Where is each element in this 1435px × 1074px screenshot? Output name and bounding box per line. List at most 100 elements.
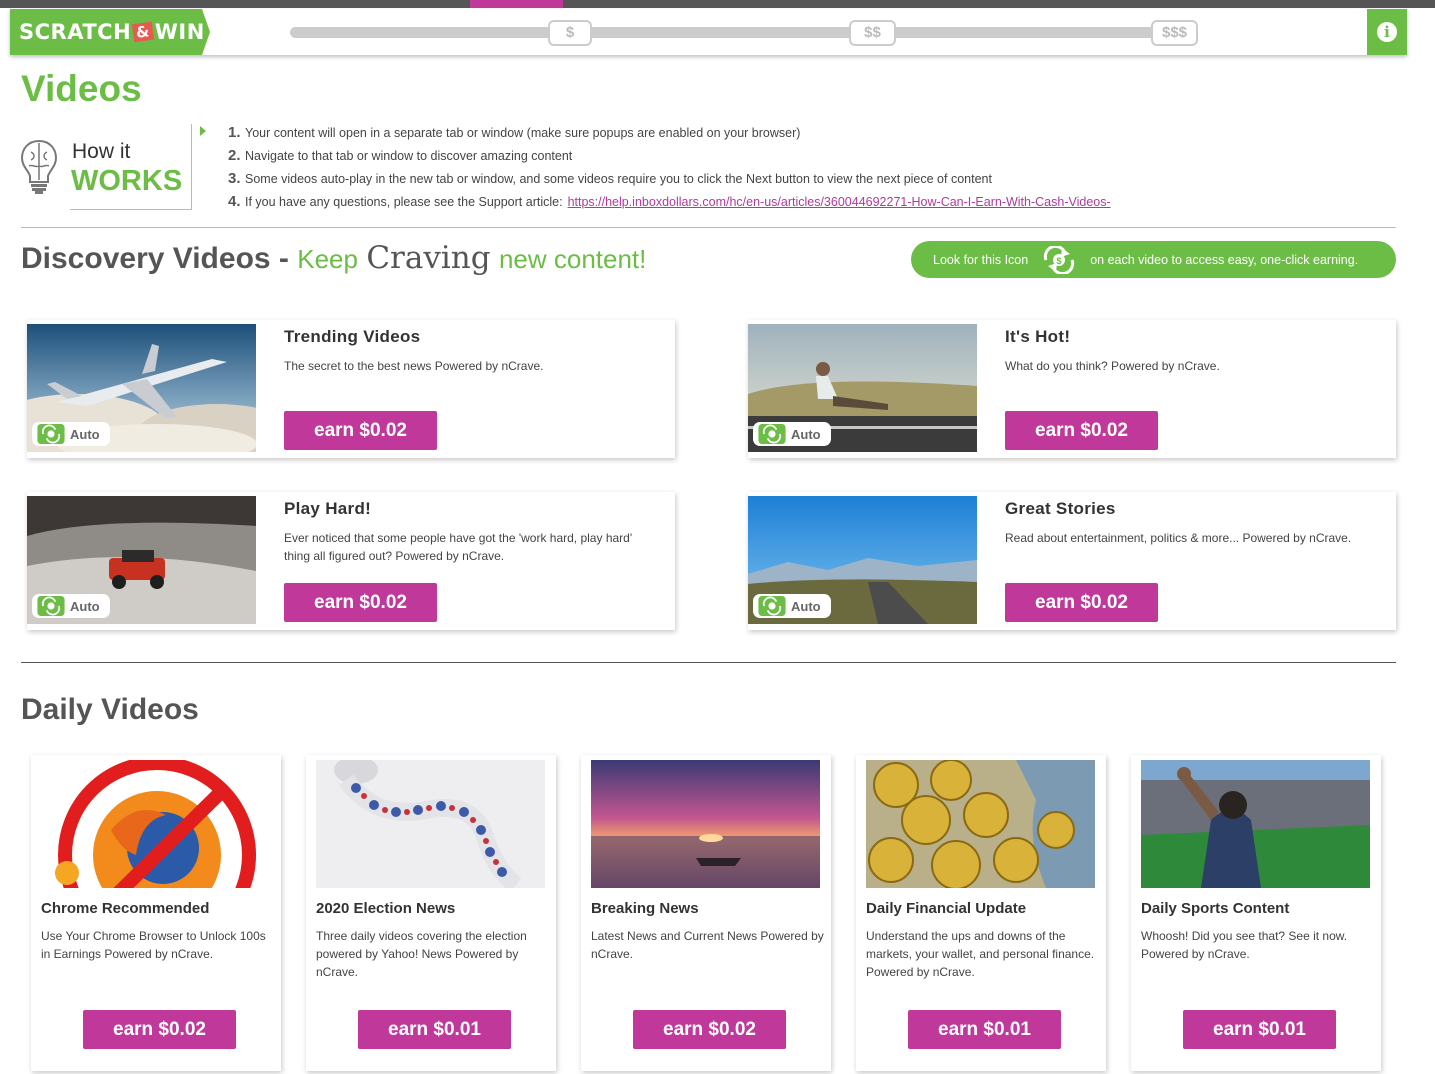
auto-earn-icon: [37, 424, 65, 444]
daily-card-financial-update[interactable]: Daily Financial Update Understand the up…: [856, 755, 1106, 1071]
step-number: 4.: [228, 193, 241, 210]
auto-label: Auto: [70, 598, 100, 614]
card-description: What do you think? Powered by nCrave.: [1005, 359, 1220, 373]
tier-marker-2: $$: [849, 20, 896, 46]
logo-text-win: WIN: [154, 20, 205, 44]
arrow-right-icon: [200, 126, 206, 136]
lightbulb-brain-icon: [20, 139, 58, 194]
auto-badge: Auto: [753, 594, 831, 618]
card-description: Understand the ups and downs of the mark…: [866, 929, 1095, 979]
scratch-and-win-bar: SCRATCH & WIN $ $$ $$$ i: [10, 9, 1407, 55]
card-title: Trending Videos: [284, 327, 421, 346]
card-description: Use Your Chrome Browser to Unlock 100s i…: [41, 929, 266, 961]
discovery-title-new: new content!: [498, 244, 647, 274]
gold-coins-image: [866, 760, 1095, 888]
card-description: The secret to the best news Powered by n…: [284, 359, 544, 373]
discovery-title-bold: Discovery Videos -: [21, 242, 289, 275]
scratch-and-win-logo[interactable]: SCRATCH & WIN: [10, 9, 210, 55]
earn-button[interactable]: earn $0.02: [1005, 583, 1158, 622]
step-number: 3.: [228, 170, 241, 187]
look-for-suffix: on each video to access easy, one-click …: [1090, 252, 1359, 267]
card-title: Daily Financial Update: [866, 900, 1027, 917]
video-thumbnail[interactable]: Auto: [748, 496, 977, 624]
discovery-title-craving: Craving: [366, 240, 491, 276]
how-it-works-badge: How it WORKS: [19, 124, 192, 210]
earn-button[interactable]: earn $0.01: [358, 1010, 511, 1049]
discovery-card-trending[interactable]: Auto Trending Videos The secret to the b…: [27, 320, 675, 458]
card-title: It's Hot!: [1005, 327, 1071, 346]
logo-text-scratch: SCRATCH: [19, 20, 132, 44]
section-divider: [21, 227, 1396, 228]
earn-button[interactable]: earn $0.02: [284, 583, 437, 622]
daily-card-sports-content[interactable]: Daily Sports Content Whoosh! Did you see…: [1131, 755, 1381, 1071]
discovery-card-its-hot[interactable]: Auto It's Hot! What do you think? Powere…: [748, 320, 1396, 458]
how-it-works-steps: 1. Your content will open in a separate t…: [228, 124, 1111, 216]
section-divider: [21, 662, 1396, 663]
card-title: Great Stories: [1005, 499, 1116, 518]
discovery-videos-heading: Discovery Videos - Keep Craving new cont…: [21, 240, 646, 276]
active-tab-highlight: [470, 0, 563, 8]
card-description: Ever noticed that some people have got t…: [284, 531, 633, 563]
daily-card-election-news[interactable]: 2020 Election News Three daily videos co…: [306, 755, 556, 1071]
auto-badge: Auto: [32, 422, 110, 446]
earn-button[interactable]: earn $0.02: [633, 1010, 786, 1049]
card-title: Play Hard!: [284, 499, 372, 518]
step-number: 2.: [228, 147, 241, 164]
step-number: 1.: [228, 124, 241, 141]
sunset-boat-image: [591, 760, 820, 888]
step-text: Your content will open in a separate tab…: [245, 126, 801, 140]
video-thumbnail[interactable]: Auto: [27, 324, 256, 452]
auto-badge: Auto: [753, 422, 831, 446]
earn-button[interactable]: earn $0.01: [1183, 1010, 1336, 1049]
auto-label: Auto: [791, 598, 821, 614]
card-description: Latest News and Current News Powered by …: [591, 929, 824, 961]
info-icon: i: [1377, 22, 1397, 42]
tier-marker-1: $: [548, 20, 592, 46]
step-text: Navigate to that tab or window to discov…: [245, 149, 573, 163]
no-firefox-image: [41, 760, 270, 888]
step-item: 1. Your content will open in a separate t…: [228, 124, 1111, 147]
card-title: Breaking News: [591, 900, 699, 917]
step-item: 4. If you have any questions, please see …: [228, 193, 1111, 216]
auto-earn-icon: [758, 424, 786, 444]
stadium-fan-image: [1141, 760, 1370, 888]
step-text: Some videos auto-play in the new tab or …: [245, 172, 992, 186]
info-button[interactable]: i: [1367, 9, 1407, 55]
daily-card-breaking-news[interactable]: Breaking News Latest News and Current Ne…: [581, 755, 831, 1071]
auto-label: Auto: [791, 426, 821, 442]
earn-button[interactable]: earn $0.02: [83, 1010, 236, 1049]
video-thumbnail[interactable]: Auto: [27, 496, 256, 624]
card-description: Whoosh! Did you see that? See it now. Po…: [1141, 929, 1348, 961]
election-stickers-image: [316, 760, 545, 888]
step-text: If you have any questions, please see th…: [245, 195, 563, 209]
card-description: Three daily videos covering the election…: [316, 929, 527, 979]
video-thumbnail[interactable]: [316, 760, 545, 888]
card-title: 2020 Election News: [316, 900, 456, 917]
daily-card-chrome-recommended[interactable]: Chrome Recommended Use Your Chrome Brows…: [31, 755, 281, 1071]
support-article-link[interactable]: https://help.inboxdollars.com/hc/en-us/a…: [568, 195, 1111, 209]
card-title: Daily Sports Content: [1141, 900, 1290, 917]
auto-earn-icon: $: [1044, 245, 1075, 274]
video-thumbnail[interactable]: [41, 760, 270, 888]
card-title: Chrome Recommended: [41, 900, 210, 917]
earn-button[interactable]: earn $0.02: [1005, 411, 1158, 450]
earn-button[interactable]: earn $0.01: [908, 1010, 1061, 1049]
auto-earn-icon: [37, 596, 65, 616]
tier-marker-3: $$$: [1151, 20, 1198, 46]
video-thumbnail[interactable]: Auto: [748, 324, 977, 452]
auto-label: Auto: [70, 426, 100, 442]
logo-text-amp: &: [131, 21, 154, 43]
one-click-info-pill: Look for this Icon $ on each video to ac…: [911, 241, 1396, 278]
card-description: Read about entertainment, politics & mor…: [1005, 531, 1352, 545]
auto-badge: Auto: [32, 594, 110, 618]
step-item: 2. Navigate to that tab or window to disc…: [228, 147, 1111, 170]
discovery-card-great-stories[interactable]: Auto Great Stories Read about entertainm…: [748, 492, 1396, 630]
video-thumbnail[interactable]: [866, 760, 1095, 888]
video-thumbnail[interactable]: [591, 760, 820, 888]
video-thumbnail[interactable]: [1141, 760, 1370, 888]
auto-earn-icon: [758, 596, 786, 616]
earn-button[interactable]: earn $0.02: [284, 411, 437, 450]
discovery-card-play-hard[interactable]: Auto Play Hard! Ever noticed that some p…: [27, 492, 675, 630]
daily-videos-heading: Daily Videos: [21, 693, 199, 726]
look-for-label: Look for this Icon: [933, 252, 1029, 267]
